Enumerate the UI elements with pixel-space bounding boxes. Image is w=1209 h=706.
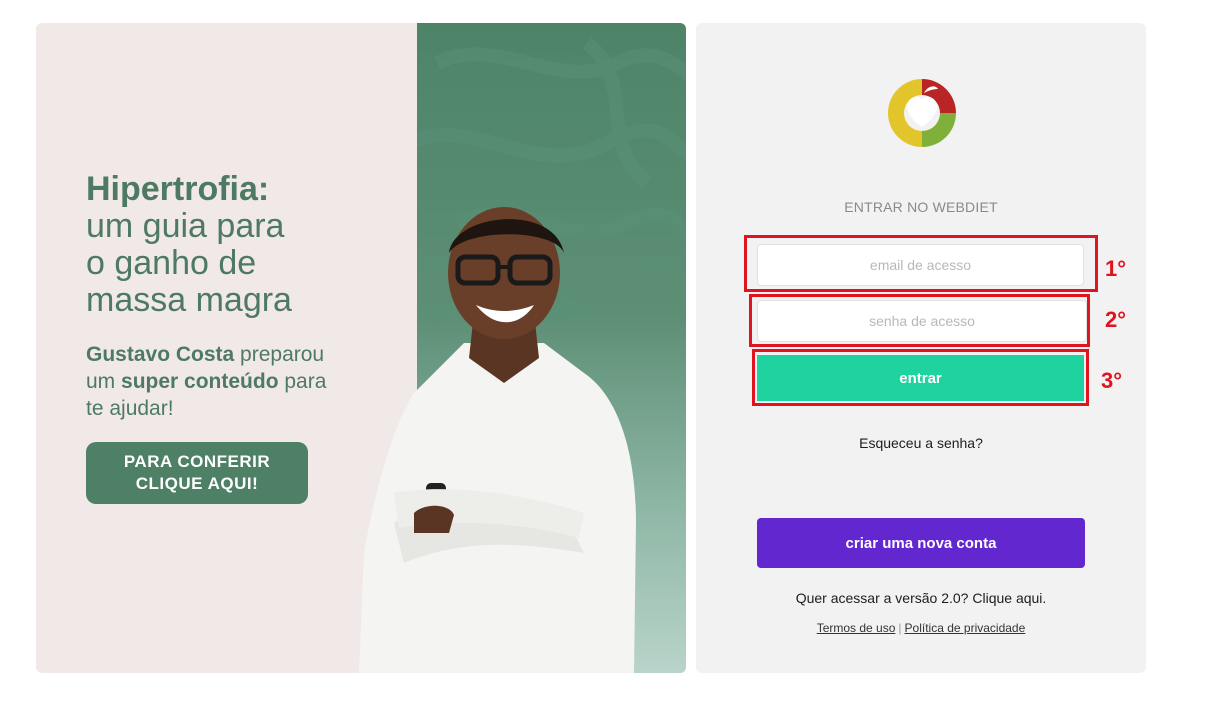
banner-cta-button[interactable]: PARA CONFERIR CLIQUE AQUI! bbox=[86, 442, 308, 504]
webdiet-logo-icon bbox=[888, 79, 956, 147]
terms-link[interactable]: Termos de uso bbox=[817, 621, 896, 635]
annotation-step-1: 1° bbox=[1105, 256, 1127, 281]
forgot-password-link[interactable]: Esqueceu a senha? bbox=[696, 435, 1146, 451]
privacy-link[interactable]: Política de privacidade bbox=[905, 621, 1026, 635]
presenter-photo bbox=[359, 207, 636, 673]
banner-headline: Hipertrofia: um guia para o ganho de mas… bbox=[86, 171, 292, 319]
annotation-step-3: 3° bbox=[1101, 368, 1123, 393]
cta-line-2: CLIQUE AQUI! bbox=[135, 474, 259, 493]
headline-line-1: um guia para bbox=[86, 207, 285, 245]
annotation-box-email bbox=[744, 235, 1098, 292]
version-2-link[interactable]: Clique aqui. bbox=[972, 590, 1046, 606]
headline-title: Hipertrofia: bbox=[86, 170, 270, 208]
promo-banner[interactable]: Hipertrofia: um guia para o ganho de mas… bbox=[36, 23, 686, 673]
login-card: ENTRAR NO WEBDIET entrar Esqueceu a senh… bbox=[696, 23, 1146, 673]
annotation-box-password bbox=[749, 294, 1090, 347]
annotation-step-2: 2° bbox=[1105, 307, 1127, 332]
create-account-button[interactable]: criar uma nova conta bbox=[757, 518, 1085, 568]
cta-line-1: PARA CONFERIR bbox=[123, 452, 271, 471]
sub-text-3: para bbox=[278, 370, 327, 393]
login-title: ENTRAR NO WEBDIET bbox=[844, 199, 998, 215]
sub-highlight: super conteúdo bbox=[121, 370, 279, 393]
sub-text-4: te ajudar! bbox=[86, 397, 174, 420]
version-2-text: Quer acessar a versão 2.0? bbox=[795, 590, 973, 606]
banner-subtitle: Gustavo Costa preparou um super conteúdo… bbox=[86, 341, 376, 422]
author-name: Gustavo Costa bbox=[86, 343, 235, 366]
sub-text-1: preparou bbox=[234, 343, 325, 366]
legal-separator: | bbox=[898, 621, 902, 635]
annotation-box-submit bbox=[752, 349, 1089, 406]
headline-line-2: o ganho de bbox=[86, 244, 257, 282]
legal-links: Termos de uso | Política de privacidade bbox=[696, 621, 1146, 635]
headline-line-3: massa magra bbox=[86, 281, 292, 319]
sub-text-2: um bbox=[86, 370, 122, 393]
version-2-notice: Quer acessar a versão 2.0? Clique aqui. bbox=[696, 590, 1146, 606]
